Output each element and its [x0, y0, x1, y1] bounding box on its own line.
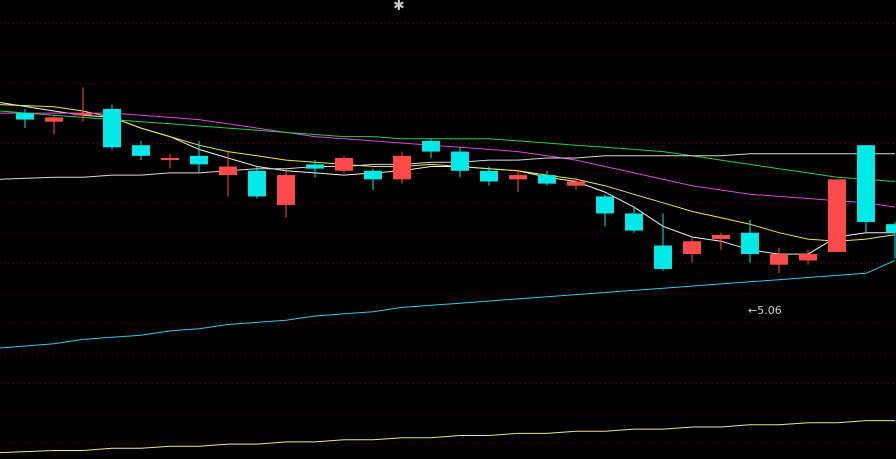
candle-body-down [306, 164, 324, 169]
candle [886, 222, 896, 259]
candle-body-up [277, 175, 295, 205]
candle-body-up [567, 181, 585, 186]
candle-body-up [683, 241, 701, 255]
candle [422, 138, 440, 158]
candle [248, 166, 266, 199]
candle-body-up [74, 113, 92, 116]
candle-body-down [538, 175, 556, 184]
candle-body-up [161, 157, 179, 161]
candle [16, 108, 34, 129]
candle-body-down [132, 145, 150, 156]
candle-body-up [393, 155, 411, 180]
candle [770, 247, 788, 274]
candle [190, 140, 208, 173]
candle [335, 155, 353, 173]
candle-body-up [335, 157, 353, 171]
candle [596, 194, 614, 227]
candle-body-down [654, 245, 672, 269]
candle-body-down [248, 170, 266, 197]
candle [103, 104, 121, 150]
candle-body-down [741, 232, 759, 255]
candle [161, 153, 179, 169]
gridlines [0, 23, 896, 444]
ma-line-ma-yellow [0, 420, 895, 454]
candle [451, 147, 469, 178]
candle-body-down [422, 140, 440, 152]
candle-body-down [625, 213, 643, 231]
marker-star-icon: ✱ [393, 0, 405, 14]
candle-body-up [799, 254, 817, 261]
candle [712, 232, 730, 250]
candle-body-down [16, 113, 34, 120]
candle-body-down [451, 151, 469, 171]
candle [132, 140, 150, 161]
candle [567, 177, 585, 191]
candle-body-down [857, 145, 875, 223]
candle [45, 115, 63, 135]
low-price-annotation: ←5.06 [748, 304, 782, 317]
candle-body-up [219, 166, 237, 176]
candle-body-up [45, 117, 63, 122]
candle [857, 145, 875, 233]
candle [393, 151, 411, 184]
candle-body-down [480, 170, 498, 182]
candle-body-down [596, 196, 614, 214]
candle [828, 179, 846, 252]
candlestick-chart [0, 23, 896, 454]
candle-body-down [190, 155, 208, 165]
ma-line-ma-long [0, 112, 896, 208]
candle-body-down [103, 108, 121, 148]
kline-chart-panel: ✱ ←5.06 [0, 0, 896, 459]
candle [219, 151, 237, 197]
candle-body-up [712, 234, 730, 240]
candle [277, 168, 295, 218]
candle-body-up [509, 175, 527, 180]
candle-body-down [364, 170, 382, 180]
ma-line-ma-mid [0, 104, 896, 242]
candle-body-up [770, 254, 788, 265]
candle [364, 168, 382, 191]
candle [799, 249, 817, 265]
candle-body-down [886, 224, 896, 233]
candle-body-up [828, 179, 846, 252]
candle [683, 236, 701, 263]
